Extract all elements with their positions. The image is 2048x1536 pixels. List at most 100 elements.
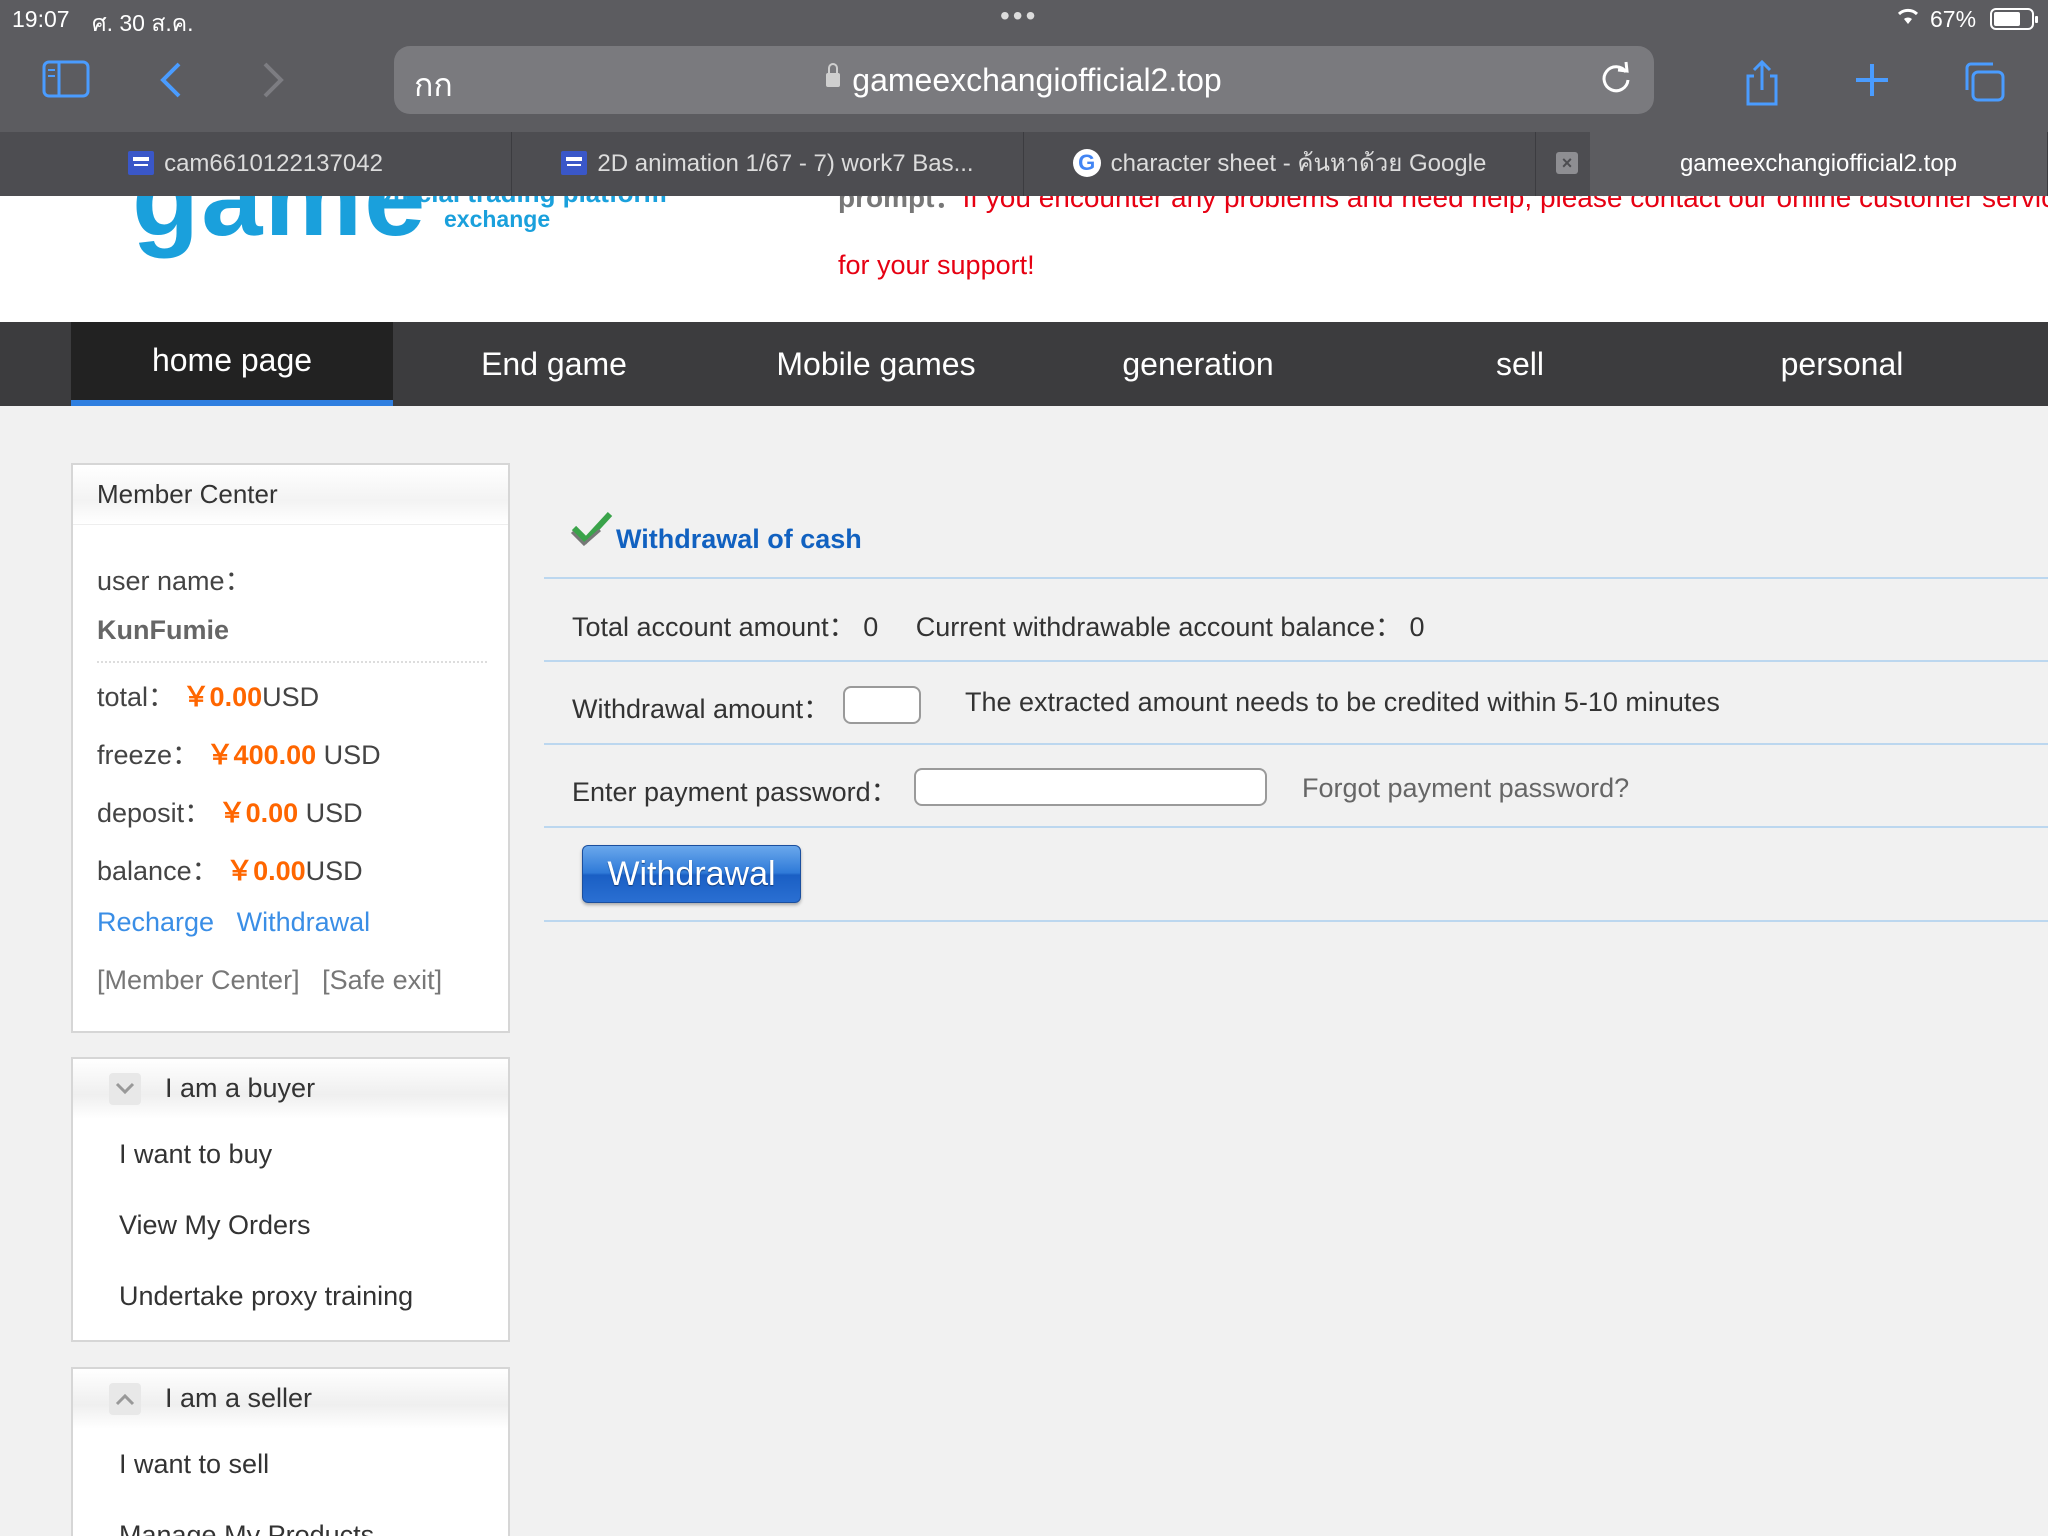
user-name-label: user name：	[97, 566, 252, 596]
sidebar-item-view-orders[interactable]: View My Orders	[73, 1190, 508, 1261]
account-links: Recharge Withdrawal	[97, 907, 370, 938]
share-icon[interactable]	[1732, 54, 1792, 106]
freeze-value: ￥400.00	[206, 740, 317, 770]
prompt-label: prompt：	[838, 196, 963, 213]
balance-label: balance：	[97, 856, 219, 886]
plus-icon[interactable]	[1842, 54, 1902, 106]
status-bar: 19:07 ศ. 30 ส.ค. ••• 67%	[0, 0, 2048, 38]
sidebar-icon[interactable]	[36, 54, 96, 106]
withdrawal-amount-note: The extracted amount needs to be credite…	[965, 687, 1720, 717]
deposit-value: ￥0.00	[218, 798, 299, 828]
freeze-label: freeze：	[97, 740, 200, 770]
tab-label: character sheet - ค้นหาด้วย Google	[1110, 150, 1487, 177]
buyer-title: I am a buyer	[165, 1073, 316, 1103]
check-icon	[570, 511, 613, 546]
sidebar-item-proxy-training[interactable]: Undertake proxy training	[73, 1261, 508, 1332]
site-favicon-icon	[128, 150, 155, 175]
tab-2[interactable]: 2D animation 1/67 - 7) work7 Bas...	[512, 132, 1024, 196]
forgot-password-link[interactable]: Forgot payment password?	[1302, 773, 1629, 804]
multitasking-dots[interactable]: •••	[1000, 0, 1038, 32]
total-label: total：	[97, 682, 176, 712]
nav-personal[interactable]: personal	[1681, 322, 2003, 406]
deposit-unit: USD	[298, 798, 363, 828]
seller-title: I am a seller	[165, 1383, 313, 1413]
reload-icon[interactable]	[1598, 60, 1634, 96]
tab-3[interactable]: Gcharacter sheet - ค้นหาด้วย Google	[1024, 132, 1536, 196]
divider	[544, 660, 2048, 662]
url-text: gameexchangiofficial2.top	[852, 62, 1222, 98]
balance-row: balance： ￥0.00USD	[97, 849, 363, 888]
battery-icon	[1990, 8, 2038, 30]
browser-chrome: 19:07 ศ. 30 ส.ค. ••• 67% กก gameexchangi…	[0, 0, 2048, 196]
browser-toolbar: กก gameexchangiofficial2.top	[0, 40, 2048, 132]
nav-end-game[interactable]: End game	[393, 322, 715, 406]
close-tab-icon[interactable]: ×	[1556, 152, 1578, 174]
withdrawal-submit-button[interactable]: Withdrawal	[582, 845, 801, 903]
divider	[544, 920, 2048, 922]
member-center-link[interactable]: [Member Center]	[97, 965, 300, 995]
freeze-row: freeze： ￥400.00 USD	[97, 733, 381, 772]
divider	[544, 826, 2048, 828]
total-amount-label: Total account amount：	[572, 612, 856, 642]
chevron-down-icon	[109, 1073, 141, 1105]
tab-4-active[interactable]: gameexchangiofficial2.top	[1590, 132, 2048, 196]
back-icon[interactable]	[142, 54, 202, 106]
tab-1[interactable]: cam6610122137042	[0, 132, 512, 196]
sidebar-item-want-to-sell[interactable]: I want to sell	[73, 1429, 508, 1500]
nav-mobile-games[interactable]: Mobile games	[715, 322, 1037, 406]
logo-subtitle: exchange	[444, 206, 551, 232]
nav-home-page[interactable]: home page	[71, 322, 393, 406]
payment-password-input[interactable]	[914, 768, 1267, 806]
withdrawal-amount-label: Withdrawal amount：	[572, 694, 831, 724]
recharge-link[interactable]: Recharge	[97, 907, 214, 937]
lock-icon	[826, 63, 841, 87]
tab-bar: cam6610122137042 2D animation 1/67 - 7) …	[0, 132, 2048, 196]
address-bar[interactable]: กก gameexchangiofficial2.top	[394, 46, 1654, 114]
forward-icon[interactable]	[242, 54, 302, 106]
tab-label: gameexchangiofficial2.top	[1679, 150, 1958, 177]
sidebar-item-want-to-buy[interactable]: I want to buy	[73, 1119, 508, 1190]
divider	[97, 661, 487, 663]
total-row: total： ￥0.00USD	[97, 675, 319, 714]
payment-password-label: Enter payment password：	[572, 777, 898, 807]
buyer-panel: I am a buyer I want to buy View My Order…	[71, 1057, 510, 1342]
prompt-text-line2: for your support!	[838, 250, 1035, 280]
site-header: game Official trading platform exchange …	[0, 196, 2048, 322]
site-favicon-icon	[561, 150, 588, 175]
tabs-icon[interactable]	[1954, 54, 2014, 106]
total-unit: USD	[262, 682, 320, 712]
deposit-label: deposit：	[97, 798, 212, 828]
member-center-panel: Member Center user name： KunFumie total：…	[71, 463, 510, 1033]
divider	[544, 743, 2048, 745]
freeze-unit: USD	[316, 740, 381, 770]
balance-value: ￥0.00	[226, 856, 306, 886]
chevron-up-icon	[109, 1383, 141, 1415]
balance-unit: USD	[305, 856, 363, 886]
battery-percent: 67%	[1930, 6, 1977, 32]
member-center-title: Member Center	[73, 465, 508, 525]
total-amount-value: 0	[863, 612, 879, 642]
withdrawable-label: Current withdrawable account balance：	[915, 612, 1402, 642]
prompt-text: If you encounter any problems and need h…	[962, 196, 2048, 213]
buyer-accordion-header[interactable]: I am a buyer	[73, 1059, 508, 1119]
safe-exit-link[interactable]: [Safe exit]	[322, 965, 442, 995]
seller-panel: I am a seller I want to sell Manage My P…	[71, 1367, 510, 1536]
user-name-value: KunFumie	[97, 615, 229, 645]
total-value: ￥0.00	[182, 682, 263, 712]
main-nav: home page End game Mobile games generati…	[0, 322, 2048, 406]
tab-label: 2D animation 1/67 - 7) work7 Bas...	[597, 150, 974, 177]
nav-sell[interactable]: sell	[1359, 322, 1681, 406]
account-summary-row: Total account amount： 0 Current withdraw…	[572, 605, 1425, 644]
prompt-notice: prompt：If you encounter any problems and…	[838, 196, 2048, 216]
wifi-icon	[1895, 6, 1921, 32]
withdrawal-amount-input[interactable]	[843, 686, 921, 724]
withdrawal-title: Withdrawal of cash	[616, 524, 862, 554]
member-links: [Member Center] [Safe exit]	[97, 965, 442, 996]
status-date: ศ. 30 ส.ค.	[92, 10, 194, 36]
google-icon: G	[1072, 148, 1101, 177]
divider	[544, 577, 2048, 579]
sidebar-item-manage-products[interactable]: Manage My Products	[73, 1500, 508, 1536]
seller-accordion-header[interactable]: I am a seller	[73, 1369, 508, 1429]
withdrawal-link[interactable]: Withdrawal	[237, 907, 371, 937]
nav-generation[interactable]: generation	[1037, 322, 1359, 406]
